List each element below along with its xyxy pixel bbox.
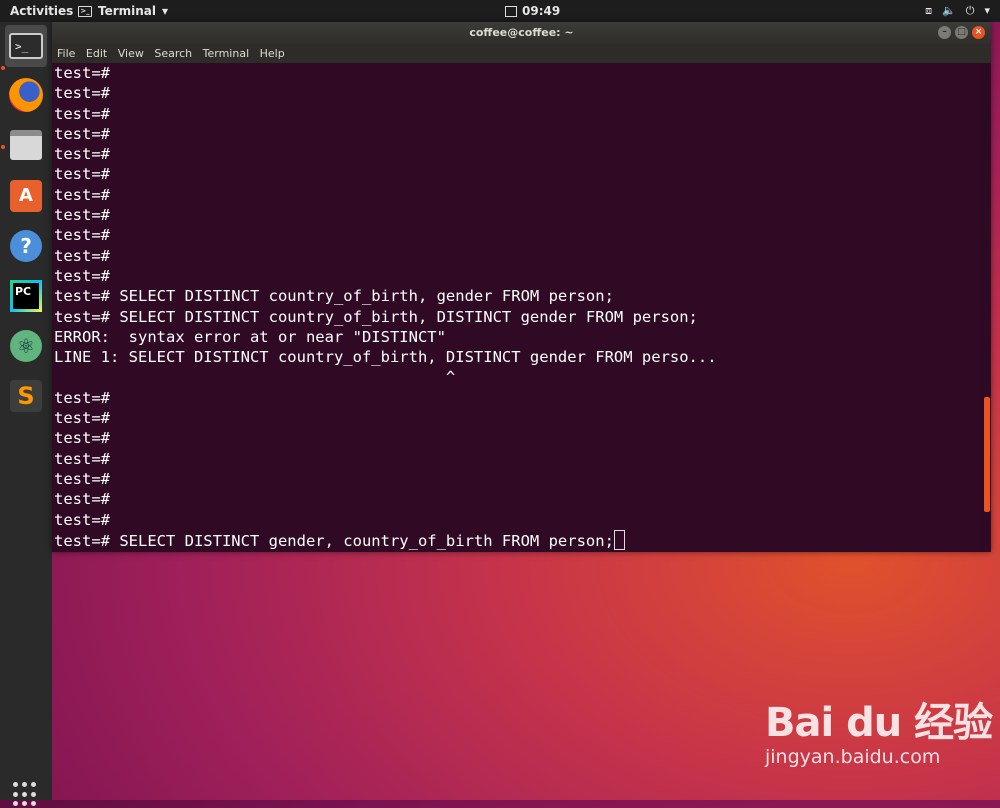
- terminal-line: test=#: [54, 246, 110, 265]
- menu-bar: File Edit View Search Terminal Help: [52, 44, 991, 63]
- minimize-icon[interactable]: –: [938, 26, 951, 39]
- show-applications-icon[interactable]: [13, 782, 39, 808]
- terminal-line: test=#: [54, 145, 110, 164]
- software-center-icon: A: [10, 180, 42, 212]
- terminal-line: test=# SELECT DISTINCT country_of_birth,…: [54, 307, 698, 326]
- close-icon[interactable]: ×: [972, 26, 985, 39]
- menu-terminal[interactable]: Terminal: [203, 47, 250, 60]
- terminal-line: test=#: [54, 165, 110, 184]
- terminal-line: test=#: [54, 185, 110, 204]
- terminal-line: test=#: [54, 510, 110, 529]
- terminal-line: test=#: [54, 84, 110, 103]
- chevron-down-icon: ▾: [984, 4, 990, 17]
- files-icon: [10, 130, 42, 160]
- terminal-line: test=#: [54, 429, 110, 448]
- maximize-icon[interactable]: □: [955, 26, 968, 39]
- clock-time: 09:49: [522, 4, 561, 18]
- calendar-icon: [505, 5, 517, 17]
- system-status-menu[interactable]: ⧈ 🔈 ⏻ ▾: [925, 0, 990, 22]
- terminal-cursor: [613, 529, 625, 550]
- firefox-icon: [9, 78, 43, 112]
- menu-help[interactable]: Help: [260, 47, 285, 60]
- dock-files[interactable]: [5, 124, 47, 166]
- app-menu-label: Terminal: [98, 4, 157, 18]
- watermark-url: jingyan.baidu.com: [765, 746, 941, 768]
- app-menu[interactable]: >_ Terminal ▾: [78, 0, 168, 22]
- dock-atom[interactable]: ⚛: [5, 325, 47, 367]
- dock-firefox[interactable]: [5, 74, 47, 116]
- terminal-line: test=#: [54, 490, 110, 509]
- terminal-current-line: test=# SELECT DISTINCT gender, country_o…: [54, 529, 982, 551]
- terminal-error-line: LINE 1: SELECT DISTINCT country_of_birth…: [54, 348, 717, 367]
- sublime-text-icon: S: [10, 380, 42, 412]
- terminal-line: test=#: [54, 388, 110, 407]
- pycharm-icon: PC: [10, 280, 42, 312]
- terminal-error-line: ERROR: syntax error at or near "DISTINCT…: [54, 327, 446, 346]
- menu-edit[interactable]: Edit: [86, 47, 107, 60]
- network-icon: ⧈: [925, 4, 933, 17]
- terminal-line: test=#: [54, 469, 110, 488]
- dock-software-center[interactable]: A: [5, 175, 47, 217]
- chevron-down-icon: ▾: [162, 4, 169, 18]
- window-titlebar[interactable]: coffee@coffee: ~ – □ ×: [52, 22, 991, 44]
- baidu-watermark: Bai du 经验 jingyan.baidu.com: [765, 690, 993, 768]
- dock-sublime[interactable]: S: [5, 375, 47, 417]
- terminal-line: test=#: [54, 226, 110, 245]
- scrollbar-thumb[interactable]: [984, 397, 990, 512]
- dock-pycharm[interactable]: PC: [5, 275, 47, 317]
- terminal-line: test=#: [54, 64, 110, 82]
- atom-icon: ⚛: [10, 330, 42, 362]
- terminal-icon: >_: [78, 5, 92, 17]
- terminal-line: test=#: [54, 206, 110, 225]
- dock-terminal[interactable]: >_: [5, 25, 47, 67]
- power-icon: ⏻: [965, 4, 975, 17]
- menu-view[interactable]: View: [118, 47, 144, 60]
- terminal-output[interactable]: test=# test=# test=# test=# test=# test=# test…: [52, 63, 982, 552]
- terminal-icon: >_: [9, 33, 43, 59]
- top-panel: Activities >_ Terminal ▾ 09:49 ⧈ 🔈 ⏻ ▾: [0, 0, 1000, 22]
- terminal-input[interactable]: test=# SELECT DISTINCT gender, country_o…: [54, 532, 614, 550]
- menu-file[interactable]: File: [57, 47, 75, 60]
- terminal-line: test=# SELECT DISTINCT country_of_birth,…: [54, 287, 614, 306]
- help-icon: ?: [10, 230, 42, 262]
- terminal-line: test=#: [54, 266, 110, 285]
- menu-search[interactable]: Search: [154, 47, 192, 60]
- window-title: coffee@coffee: ~: [469, 26, 574, 39]
- terminal-line: test=#: [54, 409, 110, 428]
- terminal-line: test=#: [54, 104, 110, 123]
- terminal-window: coffee@coffee: ~ – □ × File Edit View Se…: [52, 22, 991, 552]
- dock-help[interactable]: ?: [5, 225, 47, 267]
- running-indicator: [1, 66, 5, 70]
- terminal-line: test=#: [54, 124, 110, 143]
- terminal-line: test=#: [54, 449, 110, 468]
- activities-button[interactable]: Activities: [10, 0, 73, 22]
- clock[interactable]: 09:49: [505, 0, 560, 22]
- watermark-logo: Bai du 经验: [765, 700, 993, 746]
- dock: >_ A ? PC ⚛ S: [0, 22, 52, 807]
- volume-icon: 🔈: [942, 4, 956, 17]
- terminal-error-caret: ^: [54, 368, 456, 387]
